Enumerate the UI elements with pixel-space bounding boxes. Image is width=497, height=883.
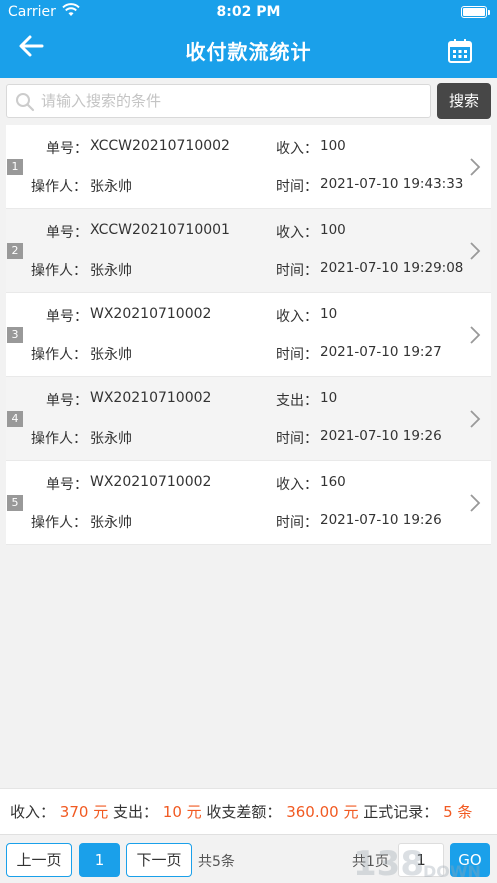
calendar-icon [448, 39, 472, 63]
count-label: 正式记录： [363, 803, 439, 821]
next-page-button[interactable]: 下一页 [126, 843, 192, 877]
amount-value: 100 [320, 138, 346, 154]
chevron-right-icon [470, 494, 481, 512]
battery-icon [461, 6, 487, 18]
record-row[interactable]: 5 单号： WX20210710002 收入： 160 操作人： 张永帅 时间：… [6, 461, 491, 545]
operator-value: 张永帅 [90, 179, 132, 195]
amount-value: 160 [320, 474, 346, 490]
time-label: 时间： [276, 515, 318, 531]
calendar-button[interactable] [447, 38, 473, 64]
chevron-right-icon [470, 158, 481, 176]
prev-page-button[interactable]: 上一页 [6, 843, 72, 877]
time-label: 时间： [276, 347, 318, 363]
chevron-right-icon [470, 326, 481, 344]
count-value: 5 条 [443, 803, 473, 821]
time-value: 2021-07-10 19:43:33 [320, 176, 464, 192]
current-page-button[interactable]: 1 [79, 843, 120, 877]
page-number-input[interactable] [398, 843, 444, 877]
operator-label: 操作人： [31, 263, 87, 279]
operator-label: 操作人： [31, 431, 87, 447]
operator-value: 张永帅 [90, 263, 132, 279]
record-row[interactable]: 1 单号： XCCW20210710002 收入： 100 操作人： 张永帅 时… [6, 125, 491, 209]
order-no-value: WX20210710002 [90, 390, 212, 406]
amount-label: 收入： [276, 309, 318, 325]
operator-value: 张永帅 [90, 515, 132, 531]
order-no-value: WX20210710002 [90, 474, 212, 490]
amount-label: 收入： [276, 141, 318, 157]
search-button[interactable]: 搜索 [437, 83, 491, 119]
amount-value: 10 [320, 390, 338, 406]
time-value: 2021-07-10 19:27 [320, 344, 442, 360]
pagination: 上一页 1 下一页 共5条 共1页 GO [0, 834, 497, 883]
record-row[interactable]: 4 单号： WX20210710002 支出： 10 操作人： 张永帅 时间： … [6, 377, 491, 461]
operator-label: 操作人： [31, 179, 87, 195]
row-index-badge: 5 [7, 495, 23, 511]
row-index-badge: 4 [7, 411, 23, 427]
search-input[interactable] [41, 89, 421, 113]
order-no-label: 单号： [46, 393, 88, 409]
operator-value: 张永帅 [90, 431, 132, 447]
time-value: 2021-07-10 19:26 [320, 428, 442, 444]
order-no-value: WX20210710002 [90, 306, 212, 322]
amount-value: 10 [320, 306, 338, 322]
time-label: 时间： [276, 263, 318, 279]
time-value: 2021-07-10 19:29:08 [320, 260, 464, 276]
row-index-badge: 2 [7, 243, 23, 259]
time-label: 时间： [276, 431, 318, 447]
total-pages-text: 共1页 [352, 854, 389, 870]
row-index-badge: 1 [7, 159, 23, 175]
page-title: 收付款流统计 [185, 40, 312, 64]
summary-bar: 收入： 370 元 支出： 10 元 收支差额： 360.00 元 正式记录： … [0, 788, 497, 834]
app-header: Carrier 8:02 PM 收付款流统计 [0, 0, 497, 78]
operator-value: 张永帅 [90, 347, 132, 363]
status-time: 8:02 PM [216, 4, 281, 20]
time-value: 2021-07-10 19:26 [320, 512, 442, 528]
order-no-value: XCCW20210710002 [90, 138, 230, 154]
go-button[interactable]: GO [450, 843, 490, 877]
order-no-label: 单号： [46, 141, 88, 157]
diff-label: 收支差额： [206, 803, 282, 821]
search-icon [16, 93, 35, 112]
expense-value: 10 元 [162, 803, 202, 821]
search-box [6, 84, 431, 118]
row-index-badge: 3 [7, 327, 23, 343]
operator-label: 操作人： [31, 347, 87, 363]
order-no-label: 单号： [46, 477, 88, 493]
record-row[interactable]: 2 单号： XCCW20210710001 收入： 100 操作人： 张永帅 时… [6, 209, 491, 293]
status-bar: Carrier 8:02 PM [0, 0, 497, 26]
battery-tip [488, 10, 490, 15]
order-no-value: XCCW20210710001 [90, 222, 230, 238]
amount-value: 100 [320, 222, 346, 238]
record-list: 1 单号： XCCW20210710002 收入： 100 操作人： 张永帅 时… [6, 125, 491, 545]
amount-label: 收入： [276, 225, 318, 241]
record-row[interactable]: 3 单号： WX20210710002 收入： 10 操作人： 张永帅 时间： … [6, 293, 491, 377]
chevron-right-icon [470, 410, 481, 428]
diff-value: 360.00 元 [286, 803, 359, 821]
total-items-text: 共5条 [198, 854, 235, 870]
income-value: 370 元 [59, 803, 109, 821]
order-no-label: 单号： [46, 309, 88, 325]
amount-label: 支出： [276, 393, 318, 409]
search-bar: 搜索 [0, 78, 497, 124]
time-label: 时间： [276, 179, 318, 195]
amount-label: 收入： [276, 477, 318, 493]
chevron-right-icon [470, 242, 481, 260]
expense-label: 支出： [112, 803, 158, 821]
order-no-label: 单号： [46, 225, 88, 241]
operator-label: 操作人： [31, 515, 87, 531]
income-label: 收入： [10, 803, 56, 821]
